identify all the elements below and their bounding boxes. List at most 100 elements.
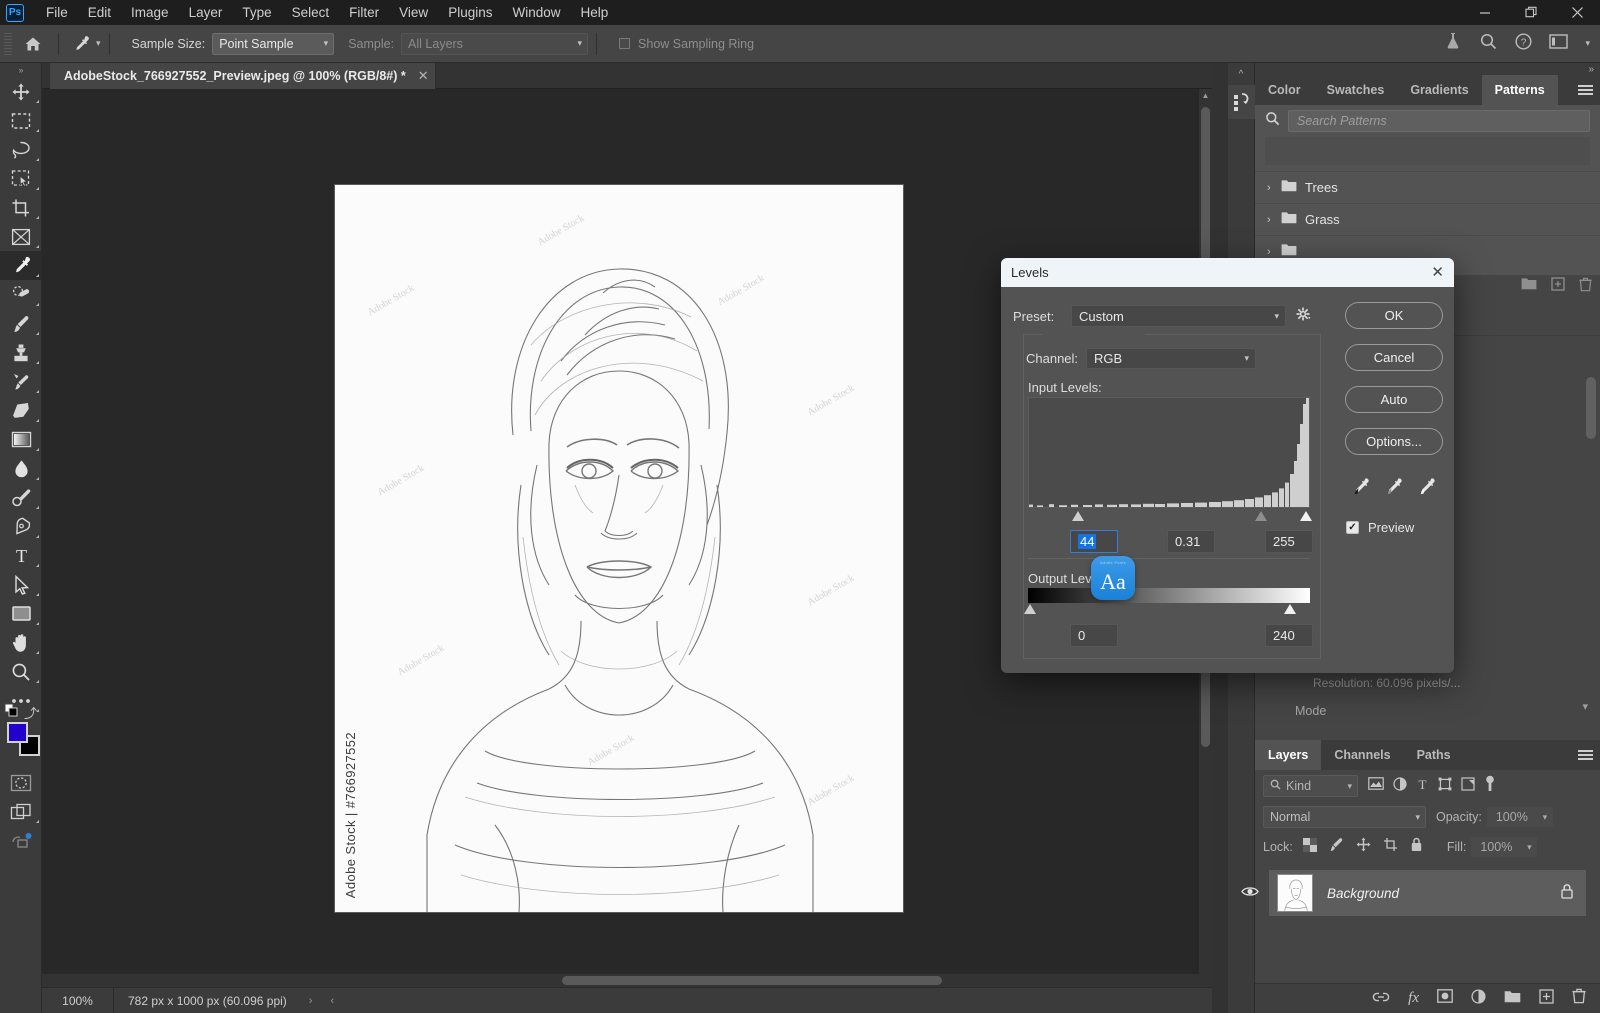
output-white-slider[interactable] [1284, 604, 1296, 614]
sidebar-tool-blur[interactable] [0, 454, 42, 483]
close-button[interactable] [1554, 0, 1600, 25]
menu-file[interactable]: File [36, 1, 78, 24]
input-shadow-slider[interactable] [1072, 511, 1084, 521]
shape-filter-icon[interactable] [1438, 777, 1452, 796]
tab-color[interactable]: Color [1255, 75, 1314, 105]
eyedropper-icon[interactable] [67, 31, 95, 57]
input-midtone-slider[interactable] [1255, 511, 1267, 521]
panel-menu-icon[interactable] [1570, 75, 1600, 105]
scroll-thumb-horizontal[interactable] [562, 976, 942, 985]
new-group-icon[interactable] [1521, 277, 1537, 297]
lock-position-icon[interactable] [1356, 837, 1371, 857]
canvas-horizontal-scrollbar[interactable] [42, 974, 1212, 987]
options-bar-grip[interactable] [4, 32, 12, 55]
layer-kind-filter[interactable]: Kind ▾ [1263, 775, 1358, 797]
show-sampling-ring-checkbox[interactable] [619, 38, 631, 49]
sidebar-tool-eraser[interactable] [0, 396, 42, 425]
foreground-color-swatch[interactable] [7, 722, 28, 743]
sample-size-select[interactable]: Point Sample ▾ [212, 32, 335, 55]
sidebar-tool-history-brush[interactable] [0, 367, 42, 396]
layer-lock-icon[interactable] [1560, 883, 1574, 904]
sidebar-tool-zoom[interactable] [0, 657, 42, 686]
input-midtone-field[interactable]: 0.31 [1167, 530, 1215, 553]
sidebar-tool-crop[interactable] [0, 193, 42, 222]
new-group-icon[interactable] [1504, 990, 1521, 1008]
tab-channels[interactable]: Channels [1321, 740, 1403, 770]
new-layer-icon[interactable] [1539, 988, 1554, 1009]
lock-image-icon[interactable] [1329, 837, 1344, 857]
type-filter-icon[interactable]: T [1416, 777, 1429, 796]
adjustment-layer-icon[interactable] [1471, 988, 1486, 1009]
sidebar-tool-marquee[interactable] [0, 106, 42, 135]
menu-image[interactable]: Image [121, 1, 179, 24]
chevron-right-icon[interactable]: › [1267, 214, 1281, 226]
sidebar-tool-rectangle[interactable] [0, 599, 42, 628]
lock-all-icon[interactable] [1410, 837, 1423, 857]
sidebar-tool-move[interactable] [0, 77, 42, 106]
link-layers-icon[interactable] [1372, 990, 1390, 1008]
status-collapse-icon[interactable]: ‹ [330, 995, 334, 1007]
chevron-right-icon[interactable]: › [1267, 182, 1281, 194]
tab-swatches[interactable]: Swatches [1314, 75, 1398, 105]
fill-value[interactable]: 100% [1471, 837, 1522, 857]
layer-style-icon[interactable]: fx [1408, 990, 1419, 1007]
pixel-filter-icon[interactable] [1368, 777, 1384, 795]
sidebar-tool-clone-stamp[interactable] [0, 338, 42, 367]
menu-select[interactable]: Select [282, 1, 340, 24]
mode-chevron-down-icon[interactable]: ▾ [1582, 700, 1588, 713]
pattern-group-grass[interactable]: › Grass [1255, 203, 1600, 235]
sidebar-tool-pen[interactable] [0, 512, 42, 541]
auto-button[interactable]: Auto [1345, 386, 1443, 413]
delete-layer-icon[interactable] [1579, 277, 1592, 297]
workspace-chevron-down-icon[interactable]: ▾ [1585, 38, 1590, 49]
output-black-slider[interactable] [1024, 604, 1036, 614]
dock-collapse-chevron-icon[interactable]: ^ [1228, 63, 1254, 85]
options-button[interactable]: Options... [1345, 428, 1443, 455]
search-patterns-input[interactable]: Search Patterns [1288, 110, 1590, 132]
screen-mode-icon[interactable] [0, 797, 42, 826]
menu-view[interactable]: View [389, 1, 438, 24]
toolbar-grip[interactable]: ›› [0, 63, 41, 77]
sidebar-tool-brush[interactable] [0, 309, 42, 338]
home-icon[interactable] [16, 29, 50, 59]
chevron-right-icon[interactable]: › [1267, 246, 1281, 258]
blend-mode-select[interactable]: Normal ▾ [1263, 806, 1426, 828]
input-highlight-field[interactable]: 255 [1265, 530, 1313, 553]
lock-artboard-icon[interactable] [1383, 837, 1398, 857]
layer-mask-icon[interactable] [1437, 989, 1453, 1008]
levels-dialog-titlebar[interactable]: Levels ✕ [1001, 258, 1454, 287]
delete-layer-icon[interactable] [1572, 988, 1586, 1009]
ok-button[interactable]: OK [1345, 302, 1443, 329]
sidebar-tool-object-selection[interactable] [0, 164, 42, 193]
sidebar-tool-type[interactable]: T [0, 541, 42, 570]
preview-row[interactable]: ✓ Preview [1346, 520, 1414, 535]
input-highlight-slider[interactable] [1300, 511, 1312, 521]
menu-edit[interactable]: Edit [78, 1, 121, 24]
table-row[interactable]: Background [1241, 870, 1586, 916]
close-icon[interactable]: ✕ [418, 68, 429, 84]
layer-thumbnail[interactable] [1277, 874, 1313, 912]
sidebar-tool-dodge[interactable] [0, 483, 42, 512]
default-colors-icon[interactable] [4, 703, 18, 717]
menu-type[interactable]: Type [232, 1, 281, 24]
sample-select[interactable]: All Layers ▾ [401, 32, 589, 55]
tab-paths[interactable]: Paths [1404, 740, 1464, 770]
new-layer-icon[interactable] [1551, 277, 1565, 297]
sidebar-tool-eyedropper[interactable] [0, 251, 42, 280]
cancel-button[interactable]: Cancel [1345, 344, 1443, 371]
actions-panel-icon[interactable] [1228, 85, 1255, 119]
layers-panel-menu-icon[interactable] [1570, 740, 1600, 770]
lock-transparent-icon[interactable] [1302, 837, 1317, 857]
tool-preset-chevron-down-icon[interactable]: ▾ [96, 38, 101, 49]
opacity-chevron-down-icon[interactable]: ▾ [1536, 807, 1553, 827]
scroll-up-icon[interactable]: ▲ [1199, 89, 1212, 102]
share-image-icon[interactable] [0, 826, 42, 855]
image-canvas[interactable]: Adobe Stock Adobe Stock Adobe Stock Adob… [335, 185, 903, 912]
tab-patterns[interactable]: Patterns [1481, 75, 1558, 105]
adobe-fonts-icon[interactable]: Adobe Fonts Aa [1091, 556, 1135, 600]
preset-select[interactable]: Custom ▾ [1071, 305, 1286, 327]
tab-gradients[interactable]: Gradients [1397, 75, 1481, 105]
flask-icon[interactable] [1443, 31, 1463, 56]
output-white-field[interactable]: 240 [1265, 624, 1313, 647]
close-icon[interactable]: ✕ [1431, 265, 1444, 280]
